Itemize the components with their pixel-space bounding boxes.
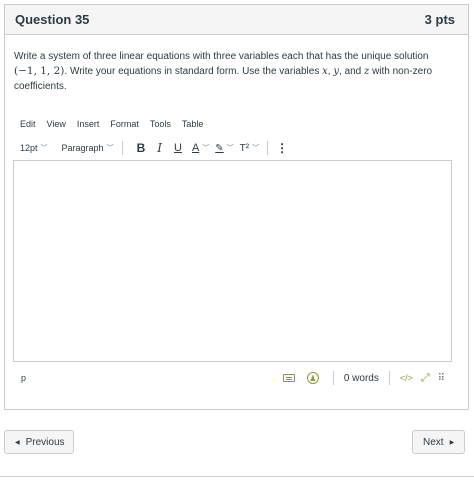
block-format-select[interactable]: Paragraph ﹀ (62, 143, 114, 153)
italic-button[interactable]: I (157, 141, 162, 155)
chevron-down-icon: ﹀ (202, 145, 210, 152)
chevron-down-icon: ﹀ (252, 145, 260, 152)
code-view-icon[interactable]: </> (400, 373, 413, 383)
word-count: 0 words (343, 372, 379, 384)
solution-math: (−1, 1, 2) (14, 65, 65, 77)
menu-edit[interactable]: Edit (20, 119, 36, 129)
resize-grip-icon[interactable]: ⠿ (438, 373, 445, 384)
question-text-part2: . Write your equations in standard form.… (64, 66, 320, 77)
keyboard-icon[interactable] (282, 374, 295, 382)
question-title: Question 35 (15, 12, 90, 27)
previous-label: Previous (25, 436, 65, 448)
superscript-icon: T² (239, 142, 250, 154)
underline-button[interactable]: U (174, 142, 182, 154)
font-size-value: 12pt (20, 143, 38, 153)
comma: , (327, 66, 331, 77)
superscript-button[interactable]: T² ﹀ (240, 143, 259, 154)
fullscreen-icon[interactable]: ⤢ (421, 372, 430, 385)
editor-toolbar: 12pt ﹀ Paragraph ﹀ B I U A ﹀ ✎ ﹀ T² ﹀ ⋮ (20, 139, 288, 157)
previous-button[interactable]: ◀ Previous (4, 430, 74, 454)
next-button[interactable]: Next ▶ (412, 430, 465, 454)
question-text: Write a system of three linear equations… (14, 49, 454, 94)
accessibility-icon[interactable]: ♟ (306, 372, 319, 384)
menu-insert[interactable]: Insert (77, 119, 100, 129)
menu-view[interactable]: View (47, 119, 66, 129)
question-points: 3 pts (424, 12, 455, 27)
status-divider (388, 371, 390, 385)
status-divider (332, 371, 334, 385)
triangle-right-icon: ▶ (449, 439, 455, 446)
font-size-select[interactable]: 12pt ﹀ (20, 143, 48, 153)
triangle-left-icon: ◀ (15, 439, 20, 446)
toolbar-divider (121, 141, 123, 155)
highlight-button[interactable]: ✎ ﹀ (215, 143, 233, 154)
text-color-button[interactable]: A ﹀ (192, 142, 209, 154)
highlight-icon: ✎ (215, 142, 224, 154)
statusbar-tools: ♟ 0 words </> ⤢ ⠿ (282, 371, 445, 385)
var-z: z (364, 66, 370, 77)
toolbar-divider (267, 141, 269, 155)
and-text: , and (338, 66, 362, 77)
menu-format[interactable]: Format (110, 119, 139, 129)
editor-statusbar: p ♟ 0 words </> ⤢ ⠿ (13, 366, 452, 390)
editor-menubar: Edit View Insert Format Tools Table (20, 119, 203, 129)
question-text-part1: Write a system of three linear equations… (14, 51, 429, 62)
footer-divider (0, 476, 474, 477)
chevron-down-icon: ﹀ (226, 145, 234, 152)
element-path[interactable]: p (21, 373, 26, 383)
next-label: Next (423, 436, 444, 448)
rich-text-editor[interactable] (13, 160, 452, 362)
chevron-down-icon: ﹀ (40, 145, 48, 152)
menu-table[interactable]: Table (182, 119, 204, 129)
chevron-down-icon: ﹀ (106, 145, 114, 152)
bold-button[interactable]: B (137, 141, 146, 155)
more-options-icon[interactable]: ⋮ (276, 141, 288, 155)
block-format-value: Paragraph (61, 143, 104, 153)
text-color-icon: A (191, 142, 200, 154)
menu-tools[interactable]: Tools (150, 119, 171, 129)
question-header: Question 35 3 pts (5, 5, 468, 35)
